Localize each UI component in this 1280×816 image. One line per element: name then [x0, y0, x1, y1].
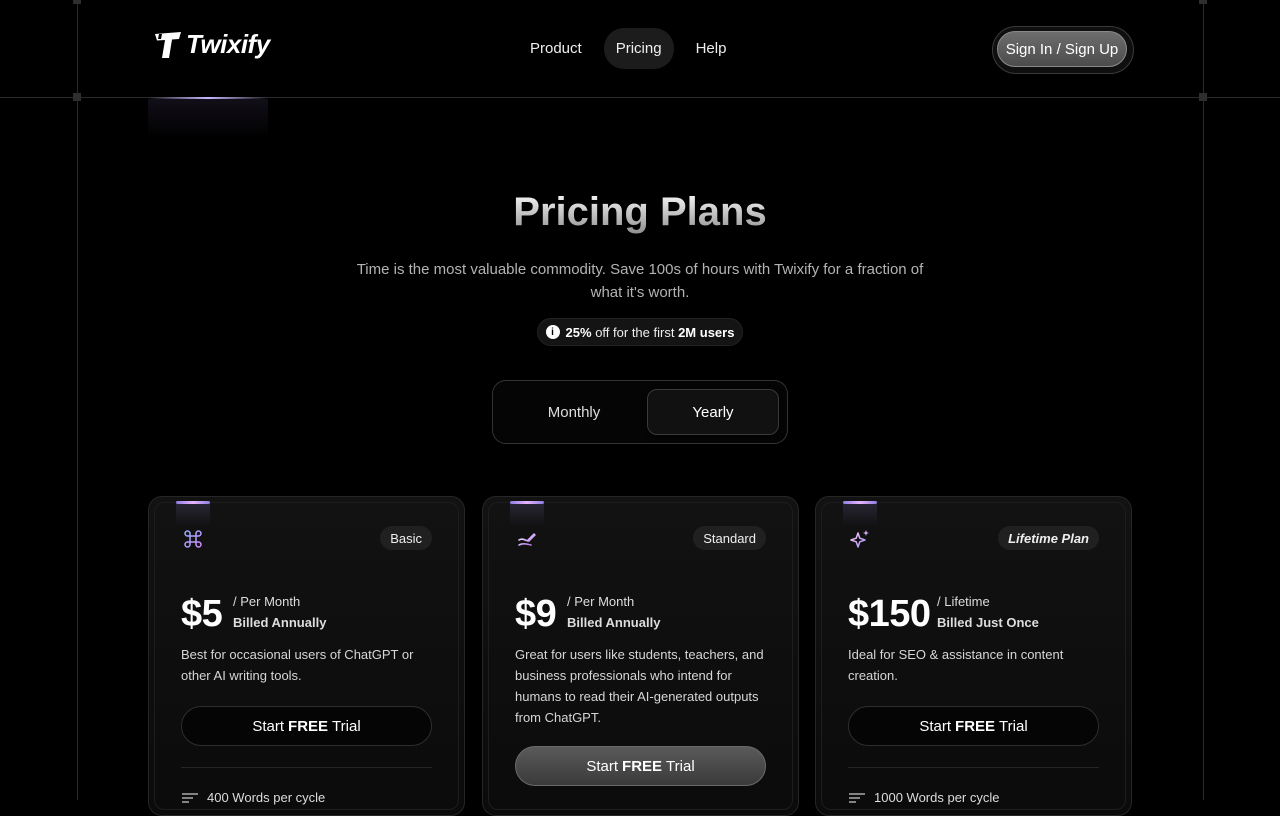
trial-label-start: Start	[252, 717, 285, 735]
plan-description: Best for occasional users of ChatGPT or …	[181, 647, 414, 683]
toggle-monthly[interactable]: Monthly	[509, 389, 639, 435]
plan-billing: Billed Annually	[233, 615, 327, 630]
plan-feature: 1000 Words per cycle	[848, 790, 1000, 805]
pen-icon	[515, 527, 539, 551]
promo-badge: i 25% off for the first 2M users	[537, 318, 743, 346]
promo-discount: 25%	[565, 324, 592, 340]
plan-feature-text: 400 Words per cycle	[207, 790, 326, 805]
promo-users: 2M users	[678, 324, 735, 340]
list-lines-icon	[182, 792, 198, 803]
plan-feature-text: 1000 Words per cycle	[874, 790, 1000, 805]
card-divider	[181, 767, 432, 768]
info-icon: i	[545, 325, 560, 339]
signin-button[interactable]: Sign In / Sign Up	[997, 31, 1127, 67]
trial-label-trial: Trial	[666, 757, 695, 775]
trial-label-start: Start	[586, 757, 619, 775]
start-trial-button[interactable]: Start FREE Trial	[848, 706, 1099, 746]
trial-label-free: FREE	[288, 717, 329, 735]
plan-card-standard: Standard $9 / Per Month Billed Annually …	[482, 496, 799, 816]
trial-label-start: Start	[919, 717, 952, 735]
top-navigation: Twixify Product Pricing Help Sign In / S…	[0, 0, 1280, 97]
plan-feature: 400 Words per cycle	[181, 790, 325, 805]
brand-name: Twixify	[186, 29, 270, 59]
start-trial-button[interactable]: Start FREE Trial	[181, 706, 432, 746]
plan-billing: Billed Annually	[567, 615, 661, 630]
plan-description: Great for users like students, teachers,…	[515, 647, 764, 725]
plan-badge: Lifetime Plan	[998, 526, 1099, 550]
card-top-glow-shade	[176, 504, 210, 526]
card-top-glow-shade	[843, 504, 877, 526]
plan-badge: Standard	[693, 526, 766, 550]
plan-description: Ideal for SEO & assistance in content cr…	[848, 647, 1064, 683]
trial-label-free: FREE	[955, 717, 996, 735]
plan-badge: Basic	[380, 526, 432, 550]
plan-period: / Lifetime	[937, 594, 990, 609]
plan-period: / Per Month	[567, 594, 635, 609]
list-lines-icon	[849, 792, 865, 803]
trial-label-free: FREE	[622, 757, 663, 775]
plan-period: / Per Month	[233, 594, 301, 609]
plan-price: $9	[515, 593, 557, 635]
page-title: Pricing Plans	[0, 190, 1280, 235]
card-divider	[848, 767, 1099, 768]
active-nav-glow-shade	[148, 99, 268, 139]
nav-link-product[interactable]: Product	[518, 28, 594, 69]
plan-card-lifetime: Lifetime Plan $150 / Lifetime Billed Jus…	[815, 496, 1132, 816]
frame-line-right	[1203, 0, 1204, 800]
nav-link-help[interactable]: Help	[684, 28, 739, 69]
nav-links: Product Pricing Help	[518, 28, 738, 69]
signin-button-container: Sign In / Sign Up	[992, 26, 1134, 74]
trial-label-trial: Trial	[332, 717, 361, 735]
plan-billing: Billed Just Once	[937, 615, 1039, 630]
promo-text: 25% off for the first 2M users	[566, 325, 735, 340]
start-trial-button[interactable]: Start FREE Trial	[515, 746, 766, 786]
command-icon	[181, 527, 205, 551]
billing-toggle: Monthly Yearly	[492, 380, 788, 444]
sparkles-icon	[848, 527, 872, 551]
page-subtitle: Time is the most valuable commodity. Sav…	[356, 261, 924, 301]
frame-line-left	[77, 0, 78, 800]
nav-link-pricing[interactable]: Pricing	[603, 28, 674, 69]
plan-price: $5	[181, 593, 223, 635]
brand-logo[interactable]: Twixify	[153, 29, 270, 60]
trial-label-trial: Trial	[999, 717, 1028, 735]
card-top-glow-shade	[510, 504, 544, 526]
twixify-logo-icon	[155, 31, 181, 58]
toggle-yearly[interactable]: Yearly	[647, 389, 779, 435]
plan-price: $150	[848, 593, 931, 635]
plan-card-basic: Basic $5 / Per Month Billed Annually Bes…	[148, 496, 465, 816]
promo-middle: off for the first	[595, 324, 675, 340]
